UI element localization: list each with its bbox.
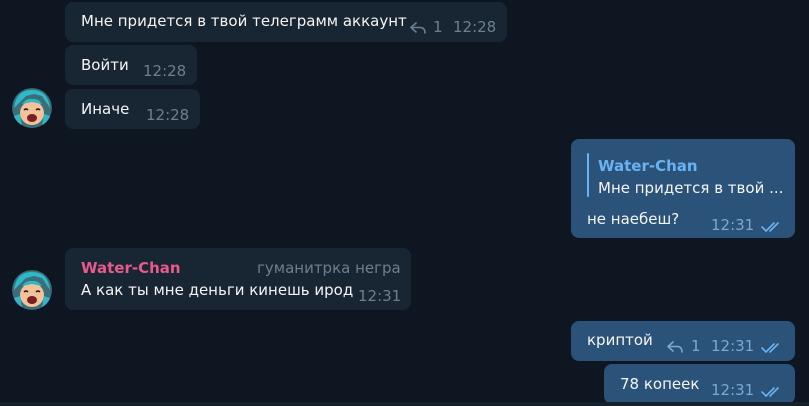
double-check-icon	[761, 383, 783, 402]
message-text: А как ты мне деньги кинешь ирод	[81, 281, 354, 299]
reply-count[interactable]: 1	[433, 18, 443, 36]
message-text: Мне придется в твой телеграмм аккаунт	[81, 12, 407, 30]
message-text: Иначе	[81, 100, 130, 118]
message-bubble-outgoing[interactable]: Water-Chan Мне придется в твой ... не на…	[571, 139, 795, 238]
reply-quote-bar	[587, 153, 589, 197]
message-time: 12:28	[146, 106, 190, 124]
message-time: 12:28	[143, 62, 187, 80]
message-time: 12:31	[711, 337, 755, 355]
sender-title-badge: гуманитрка негра	[257, 259, 401, 277]
message-time: 12:31	[711, 381, 755, 399]
message-bubble-incoming[interactable]: Иначе 12:28	[65, 89, 200, 129]
reply-sender-name[interactable]: Water-Chan	[598, 157, 698, 175]
message-text: Войти	[81, 56, 129, 74]
reply-quote-text[interactable]: Мне придется в твой ...	[598, 179, 783, 197]
message-bubble-outgoing[interactable]: 78 копеек 12:31	[604, 364, 795, 404]
reply-arrow-icon[interactable]	[410, 19, 426, 38]
message-bubble-incoming[interactable]: Мне придется в твой телеграмм аккаунт 1 …	[65, 2, 507, 42]
input-bar-edge	[0, 402, 809, 406]
reply-count[interactable]: 1	[691, 337, 701, 355]
message-time: 12:31	[358, 287, 402, 305]
message-bubble-incoming[interactable]: Water-Chan гуманитрка негра А как ты мне…	[65, 248, 411, 310]
message-time: 12:31	[711, 216, 755, 234]
double-check-icon	[761, 339, 783, 358]
message-bubble-outgoing[interactable]: криптой 1 12:31	[571, 321, 795, 361]
message-time: 12:28	[453, 18, 497, 36]
message-text: 78 копеек	[620, 375, 700, 393]
avatar[interactable]	[12, 270, 52, 310]
message-text: не наебеш?	[587, 210, 680, 228]
sender-name[interactable]: Water-Chan	[81, 259, 181, 277]
reply-arrow-icon[interactable]	[667, 338, 683, 357]
avatar[interactable]	[12, 88, 52, 128]
double-check-icon	[761, 218, 783, 237]
message-bubble-incoming[interactable]: Войти 12:28	[65, 45, 197, 85]
message-text: криптой	[587, 331, 653, 349]
